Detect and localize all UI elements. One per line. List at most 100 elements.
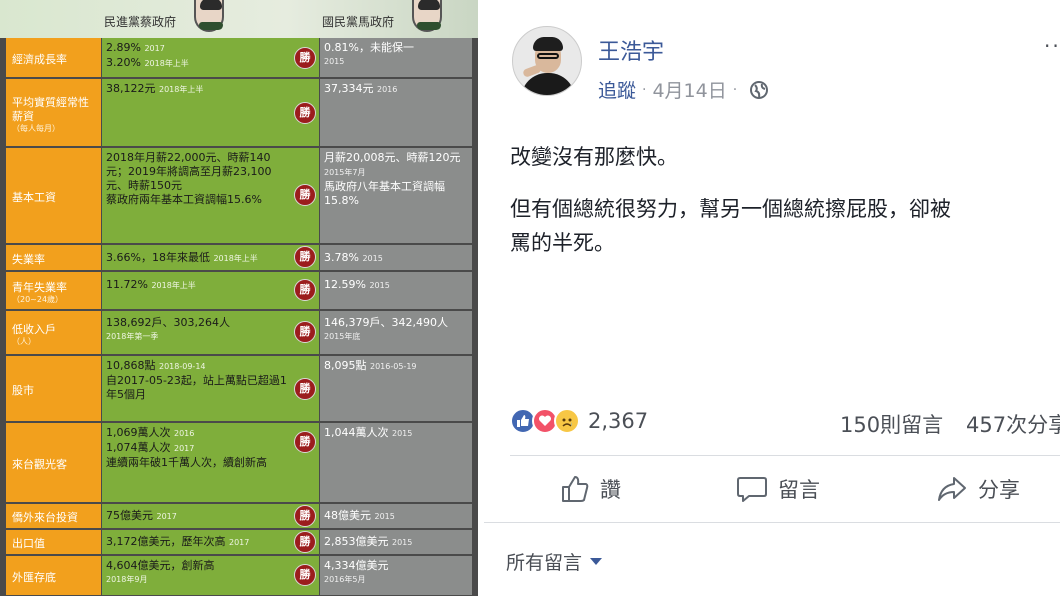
caret-down-icon: [590, 558, 603, 565]
dpp-note: 2017: [174, 444, 195, 453]
win-badge: 勝: [294, 321, 316, 343]
dpp-value: 38,122元: [106, 82, 156, 95]
dpp-note: 2018年上半: [159, 85, 204, 94]
dpp-cell: 3,172億美元，歷年次高 2017 勝: [102, 530, 319, 554]
kmt-note: 2015: [392, 538, 413, 547]
category-label: 基本工資: [12, 190, 56, 204]
kmt-note: 2015: [362, 254, 383, 263]
kmt-cell: 2,853億美元 2015: [320, 530, 472, 554]
comment-button[interactable]: 留言: [736, 470, 820, 508]
table-row: 僑外來台投資 75億美元 2017 勝 48億美元 2015: [6, 504, 472, 529]
category-label: 平均實質經常性薪資: [12, 95, 89, 123]
author-avatar[interactable]: [512, 26, 582, 96]
category-label: 來台觀光客: [12, 457, 67, 471]
dpp-note: 2016: [174, 429, 195, 438]
share-count-link[interactable]: 457次分享: [966, 409, 1060, 439]
globe-icon[interactable]: [749, 80, 769, 100]
dpp-cell: 38,122元 2018年上半 勝: [102, 79, 319, 146]
kmt-cell: 37,334元 2016: [320, 79, 472, 146]
category-sublabel: （人）: [12, 336, 36, 346]
dpp-value: 75億美元: [106, 509, 153, 522]
dpp-value: 4,604億美元，創新高: [106, 559, 215, 572]
dpp-value: 3,172億美元，歷年次高: [106, 535, 226, 548]
kmt-value: 1,044萬人次: [324, 426, 389, 439]
kmt-note: 2015: [374, 512, 395, 521]
win-badge: 勝: [294, 378, 316, 400]
kmt-note: 2015年7月: [324, 168, 366, 177]
dpp-cell: 1,069萬人次 2016 1,074萬人次 2017 連續兩年破1千萬人次，續…: [102, 423, 319, 502]
category-cell: 基本工資: [6, 148, 101, 243]
dpp-cell: 10,868點 2018-09-14 自2017-05-23起，站上萬點已超過1…: [102, 356, 319, 421]
dpp-value: 2.89%: [106, 41, 141, 54]
dpp-note: 2017: [156, 512, 177, 521]
post-body: 改變沒有那麼快。 但有個總統很努力，幫另一個總統擦屁股，卻被 罵的半死。: [510, 140, 1060, 260]
win-badge: 勝: [294, 102, 316, 124]
dpp-cell: 11.72% 2018年上半 勝: [102, 272, 319, 309]
comment-filter-label: 所有留言: [506, 552, 583, 574]
win-badge: 勝: [294, 431, 316, 453]
reactions-summary[interactable]: 2,367: [510, 404, 648, 438]
kmt-cell: 48億美元 2015: [320, 504, 472, 528]
category-label: 股市: [12, 383, 34, 397]
dpp-value: 2018年月薪22,000元、時薪140元；2019年將調高至月薪23,100元…: [106, 151, 272, 192]
comment-filter-dropdown[interactable]: 所有留言: [506, 548, 603, 575]
table-row: 基本工資 2018年月薪22,000元、時薪140元；2019年將調高至月薪23…: [6, 148, 472, 244]
kmt-value: 37,334元: [324, 82, 374, 95]
dpp-note: 2017: [229, 538, 250, 547]
category-cell: 出口值: [6, 530, 101, 554]
kmt-value: 馬政府八年基本工資調幅15.8%: [324, 180, 445, 207]
category-cell: 經濟成長率: [6, 38, 101, 77]
table-row: 經濟成長率 2.89% 2017 3.20% 2018年上半 勝 0.81%，未…: [6, 38, 472, 78]
category-cell: 平均實質經常性薪資 （每人每月）: [6, 79, 101, 146]
dpp-value: 1,069萬人次: [106, 426, 171, 439]
comparison-infographic: 民進黨蔡政府 國民黨馬政府 經濟成長率 2.89% 2017 3.20% 201…: [0, 0, 478, 596]
category-label: 低收入戶: [12, 322, 56, 336]
win-badge: 勝: [294, 531, 316, 553]
tsai-portrait: [194, 0, 224, 32]
more-options-icon[interactable]: ··: [1044, 34, 1060, 58]
kmt-note: 2015: [324, 57, 345, 66]
share-button[interactable]: 分享: [936, 470, 1020, 508]
infographic-header: 民進黨蔡政府 國民黨馬政府: [0, 0, 478, 38]
share-button-label: 分享: [978, 478, 1020, 502]
kmt-note: 2015年底: [324, 332, 361, 341]
category-cell: 僑外來台投資: [6, 504, 101, 528]
dpp-value: 138,692戶、303,264人: [106, 316, 230, 329]
kmt-cell: 1,044萬人次 2015: [320, 423, 472, 502]
avatar-glasses: [537, 53, 559, 59]
dpp-note: 2018年上半: [151, 281, 196, 290]
reaction-count: 2,367: [588, 409, 649, 433]
dpp-value: 3.66%，18年來最低: [106, 251, 210, 264]
kmt-value: 3.78%: [324, 251, 359, 264]
meta-separator: ·: [732, 81, 738, 98]
comment-button-label: 留言: [778, 478, 820, 502]
post-paragraph: 但有個總統很努力，幫另一個總統擦屁股，卻被: [510, 197, 951, 221]
table-row: 青年失業率 （20~24歲） 11.72% 2018年上半 勝 12.59% 2…: [6, 272, 472, 310]
win-badge: 勝: [294, 47, 316, 69]
kmt-value: 146,379戶、342,490人: [324, 316, 448, 329]
table-row: 平均實質經常性薪資 （每人每月） 38,122元 2018年上半 勝 37,33…: [6, 79, 472, 147]
kmt-note: 2015: [369, 281, 390, 290]
post-date-link[interactable]: 4月14日: [652, 76, 726, 103]
kmt-cell: 146,379戶、342,490人 2015年底: [320, 311, 472, 354]
like-button[interactable]: 讚: [560, 470, 621, 508]
kmt-note: 2015: [392, 429, 413, 438]
category-label: 出口值: [12, 537, 45, 550]
category-label: 外匯存底: [12, 570, 56, 584]
kmt-value: 48億美元: [324, 509, 371, 522]
follow-link[interactable]: 追蹤: [598, 76, 636, 103]
facebook-post: 王浩宇 追蹤 · 4月14日 · ·· 改變沒有那麼快。 但有個總統很努力，幫另…: [484, 0, 1060, 596]
author-name-link[interactable]: 王浩宇: [598, 34, 664, 66]
kmt-value: 8,095點: [324, 359, 367, 372]
dpp-value: 蔡政府兩年基本工資調幅15.6%: [106, 193, 262, 206]
comment-count-link[interactable]: 150則留言: [840, 409, 943, 439]
speech-bubble-icon: [737, 477, 767, 502]
dpp-note: 2018年第一季: [106, 332, 159, 341]
ma-portrait: [412, 0, 442, 32]
table-row: 外匯存底 4,604億美元，創新高 2018年9月 勝 4,334億美元 201…: [6, 556, 472, 596]
category-cell: 低收入戶 （人）: [6, 311, 101, 354]
category-sublabel: （每人每月）: [12, 123, 60, 133]
win-badge: 勝: [294, 184, 316, 206]
dpp-cell: 75億美元 2017 勝: [102, 504, 319, 528]
post-paragraph: 罵的半死。: [510, 231, 615, 255]
